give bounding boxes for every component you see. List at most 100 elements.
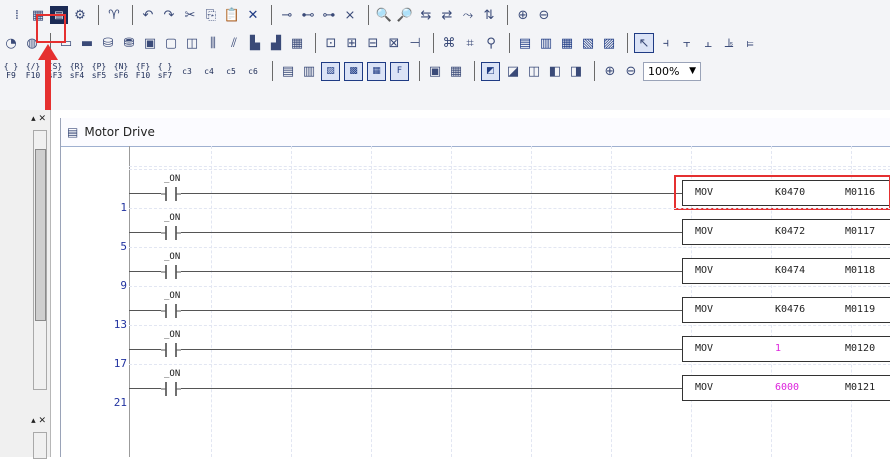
online-edit-icon[interactable]: ⊠ — [385, 34, 403, 52]
contact-f3-icon[interactable]: ⫞ — [657, 34, 675, 52]
io-skip-icon[interactable]: ⊞ — [343, 34, 361, 52]
plc-history-icon[interactable]: ▟ — [267, 34, 285, 52]
normally-open-contact[interactable] — [161, 381, 181, 400]
connect-icon[interactable]: ⌘ — [440, 34, 458, 52]
fault-mask-icon[interactable]: ⊟ — [364, 34, 382, 52]
find-replace-icon[interactable]: ♈ — [105, 6, 123, 24]
view-comment-icon[interactable]: ▩ — [344, 61, 363, 81]
view-address-icon[interactable]: ▦ — [367, 61, 386, 81]
force-io-icon[interactable]: ⊡ — [322, 34, 340, 52]
contact-label: _ON — [164, 291, 181, 301]
replace-icon[interactable]: ⇆ — [417, 6, 435, 24]
find-next-icon[interactable]: 🔎 — [396, 6, 414, 24]
zoom-select[interactable]: 100% ▼ — [643, 61, 701, 81]
edit-mode-icon[interactable]: ◔ — [2, 34, 20, 52]
select-cursor-icon[interactable]: ↖ — [634, 33, 654, 53]
zoom-out-icon[interactable]: ⊖ — [622, 62, 640, 80]
run-icon[interactable]: ▢ — [162, 34, 180, 52]
window-horizontal-icon[interactable]: ▦ — [558, 34, 576, 52]
download-icon[interactable]: ⛁ — [99, 34, 117, 52]
disconnect-icon[interactable]: ⌗ — [461, 34, 479, 52]
normally-open-contact[interactable] — [161, 264, 181, 283]
window-tile-icon[interactable]: ▥ — [537, 34, 555, 52]
pane-controls-icon[interactable]: ▴ ✕ — [31, 416, 46, 426]
contact-f4-icon[interactable]: ⫟ — [678, 34, 696, 52]
normally-open-contact[interactable] — [161, 342, 181, 361]
copy-icon[interactable]: ⎘ — [202, 6, 220, 24]
monitor-stop-icon[interactable]: ▬ — [78, 34, 96, 52]
label-icon[interactable]: ▥ — [300, 62, 318, 80]
function-key-button[interactable]: c4 — [200, 60, 218, 82]
function-key-button[interactable]: {F} F10 — [134, 60, 152, 82]
trend-icon[interactable]: ⚲ — [482, 34, 500, 52]
mov-instruction-box[interactable]: MOV K0472 M0117 — [682, 219, 890, 245]
insert-line-icon[interactable]: ⊸ — [278, 6, 296, 24]
pane-controls-icon[interactable]: ▴ ✕ — [31, 114, 46, 124]
mov-instruction-box[interactable]: MOV K0476 M0119 — [682, 297, 890, 323]
normally-open-contact[interactable] — [161, 225, 181, 244]
contact-label: _ON — [164, 213, 181, 223]
replace-all-icon[interactable]: ⇄ — [438, 6, 456, 24]
compare-icon[interactable]: ▣ — [141, 34, 159, 52]
separator — [627, 33, 628, 53]
function-key-button[interactable]: c5 — [222, 60, 240, 82]
comment-icon[interactable]: ▤ — [279, 62, 297, 80]
redo-icon[interactable]: ↷ — [160, 6, 178, 24]
plc-error-icon[interactable]: ▦ — [288, 34, 306, 52]
display-mode-3-icon[interactable]: ◫ — [525, 62, 543, 80]
display-mode-5-icon[interactable]: ◨ — [567, 62, 585, 80]
delete-line-icon[interactable]: ⊷ — [299, 6, 317, 24]
highlight-box — [36, 14, 66, 43]
coil-f5-icon[interactable]: ⫠ — [699, 34, 717, 52]
upload-icon[interactable]: ⛃ — [120, 34, 138, 52]
pause-icon[interactable]: ⫼ — [204, 34, 222, 52]
normally-open-contact[interactable] — [161, 303, 181, 322]
reset-icon[interactable]: ⫽ — [225, 34, 243, 52]
view-function-icon[interactable]: F — [390, 61, 409, 81]
mov-instruction-box[interactable]: MOV 1 M0120 — [682, 336, 890, 362]
find-icon[interactable]: 🔍 — [375, 6, 393, 24]
window-vertical-icon[interactable]: ▧ — [579, 34, 597, 52]
sort-icon[interactable]: ⇅ — [480, 6, 498, 24]
scrollbar-thumb[interactable] — [35, 149, 46, 321]
cut-icon[interactable]: ✂ — [181, 6, 199, 24]
function-f7-icon[interactable]: ⫢ — [741, 34, 759, 52]
paste-icon[interactable]: 📋 — [223, 6, 241, 24]
function-key-button[interactable]: c3 — [178, 60, 196, 82]
normally-open-contact[interactable] — [161, 186, 181, 205]
display-mode-4-icon[interactable]: ◧ — [546, 62, 564, 80]
goto-icon[interactable]: ⤳ — [459, 6, 477, 24]
plc-info-icon[interactable]: ▙ — [246, 34, 264, 52]
display-mode-2-icon[interactable]: ◪ — [504, 62, 522, 80]
step-number: 5 — [120, 240, 127, 253]
function-key-button[interactable]: {P} sF5 — [90, 60, 108, 82]
project-scrollbar[interactable] — [33, 130, 47, 390]
function-key-button[interactable]: {N} sF6 — [112, 60, 130, 82]
function-key-button[interactable]: c6 — [244, 60, 262, 82]
block-icon[interactable]: ▣ — [426, 62, 444, 80]
mov-instruction-box[interactable]: MOV K0474 M0118 — [682, 258, 890, 284]
mov-instruction-box[interactable]: MOV 6000 M0121 — [682, 375, 890, 401]
delete-icon[interactable]: ✕ — [244, 6, 262, 24]
bookmark-icon[interactable]: ⊕ — [514, 6, 532, 24]
table-icon[interactable]: ▦ — [447, 62, 465, 80]
delete-row-icon[interactable]: ⨯ — [341, 6, 359, 24]
ladder-diagram[interactable]: 1 _ON MOV K0470 M0116 5 _ON MOV K0472 M0117 9 _ON MO… — [61, 146, 890, 457]
stop-icon[interactable]: ◫ — [183, 34, 201, 52]
insert-row-icon[interactable]: ⊶ — [320, 6, 338, 24]
zoom-in-icon[interactable]: ⊕ — [601, 62, 619, 80]
window-arrange-icon[interactable]: ▨ — [600, 34, 618, 52]
output-scrollbar[interactable] — [33, 432, 47, 459]
coil-f6-icon[interactable]: ⫡ — [720, 34, 738, 52]
settings-icon[interactable]: ⚙ — [71, 6, 89, 24]
bookmark-next-icon[interactable]: ⊖ — [535, 6, 553, 24]
write-online-icon[interactable]: ⊣ — [406, 34, 424, 52]
window-cascade-icon[interactable]: ▤ — [516, 34, 534, 52]
display-mode-1-icon[interactable]: ◩ — [481, 61, 500, 81]
view-device-icon[interactable]: ▨ — [321, 61, 340, 81]
function-key-button[interactable]: { } F9 — [2, 60, 20, 82]
function-key-button[interactable]: { } sF7 — [156, 60, 174, 82]
contact-label: _ON — [164, 252, 181, 262]
editor-title-bar: ▤ Motor Drive — [61, 118, 890, 147]
undo-icon[interactable]: ↶ — [139, 6, 157, 24]
